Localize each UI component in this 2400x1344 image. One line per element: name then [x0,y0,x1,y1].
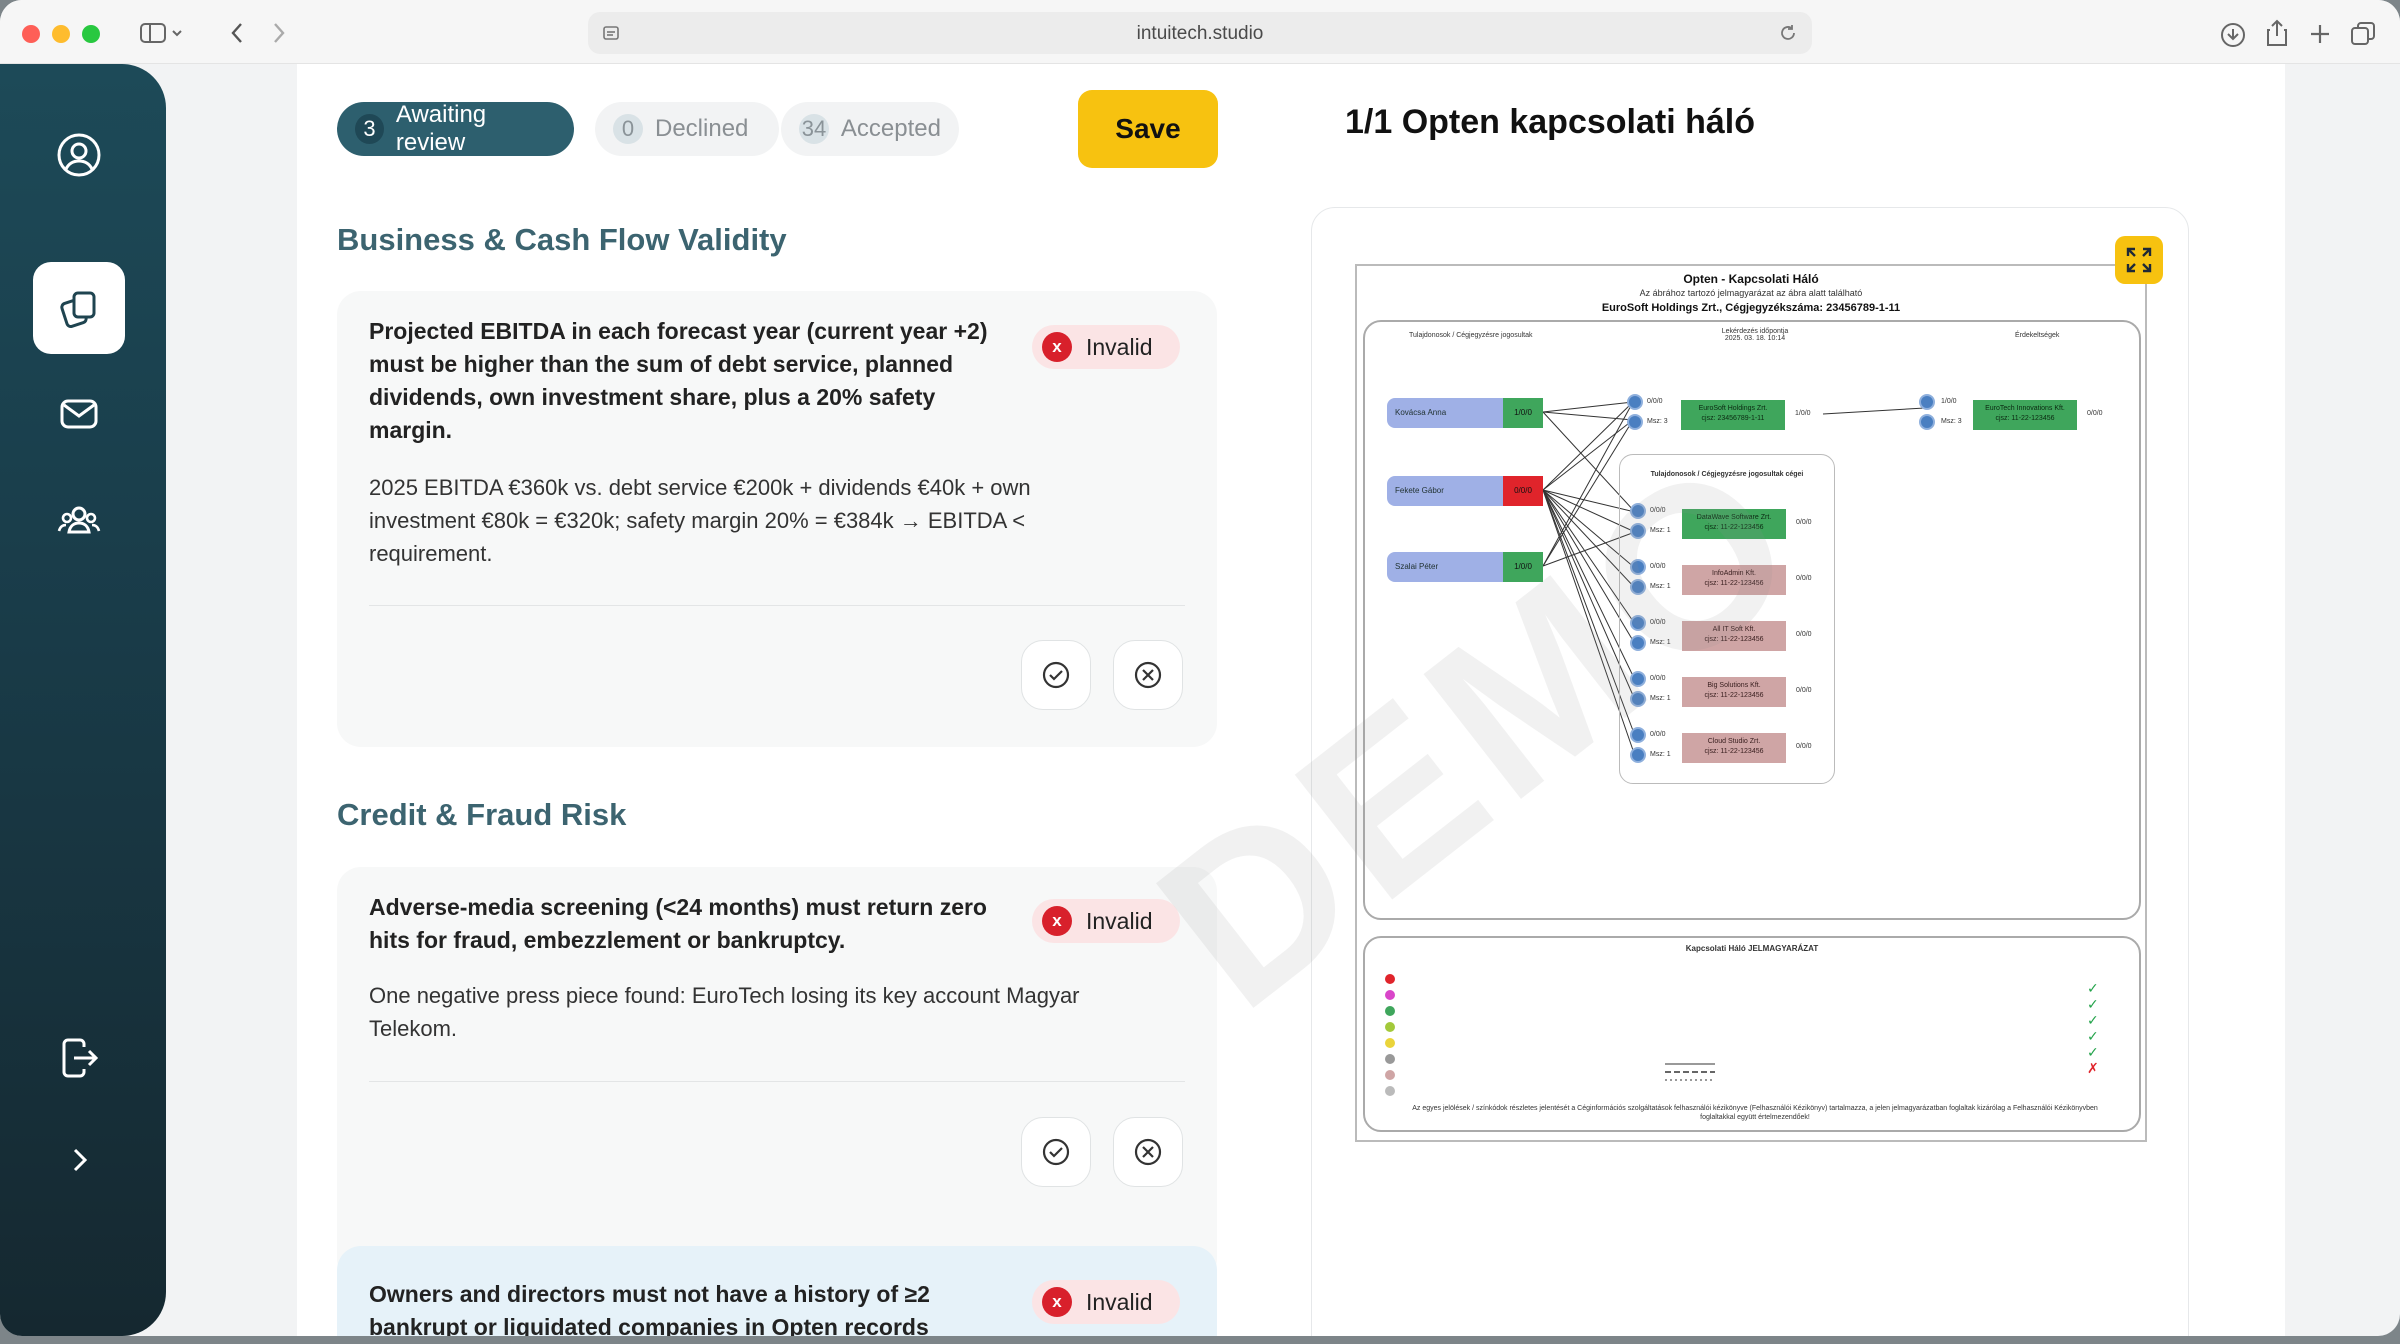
logout-icon [62,1038,99,1078]
status-label: Invalid [1086,907,1153,934]
right-company: EuroTech Innovations Kft. cjsz: 11-22-12… [1973,400,2077,430]
tab-label: Accepted [840,115,941,142]
tab-label: Awaiting review [395,101,487,156]
doc-heading: Opten - Kapcsolati Háló [1683,272,1819,286]
address-bar[interactable]: intuitech.studio [588,12,1812,54]
invalid-icon: x [1042,906,1072,936]
tab-accepted[interactable]: 34 Accepted [781,102,959,156]
divider [369,605,1185,606]
sub-company: Cloud Studio Zrt. cjsz: 11-22-123456 [1682,733,1786,763]
tab-overview-icon[interactable] [2350,21,2376,47]
center-stat: 1/0/0 [1795,410,1811,417]
forward-icon[interactable] [264,18,294,48]
doc-subheading: Az ábrához tartozó jelmagyarázat az ábra… [1639,288,1863,298]
right-stat: 0/0/0 [2087,410,2103,417]
close-window-button[interactable] [22,25,40,43]
users-icon [57,506,101,534]
person-node: Fekete Gábor 0/0/0 [1387,476,1543,506]
download-icon[interactable] [2220,22,2246,48]
status-badge: x Invalid [1032,325,1180,369]
role-dot [1627,414,1643,430]
rule-detail: One negative press piece found: EuroTech… [369,983,1080,1041]
back-icon[interactable] [222,18,252,48]
chevron-right-icon [73,1148,88,1172]
new-tab-icon[interactable] [2308,22,2332,46]
sidebar-item-messages[interactable] [33,368,125,460]
doc-company-line: EuroSoft Holdings Zrt., Cégjegyzékszáma:… [1601,302,1901,314]
tab-count: 34 [799,114,829,144]
sidebar-item-users[interactable] [33,474,125,566]
accept-button[interactable] [1021,1117,1091,1187]
sidebar-item-documents[interactable] [33,262,125,354]
share-icon[interactable] [2264,19,2290,47]
rule-card: Adverse-media screening (<24 months) mus… [337,867,1217,1283]
person-name: Szalai Péter [1395,562,1439,571]
x-circle-icon [1134,661,1162,689]
person-stat: 0/0/0 [1503,476,1543,506]
legend-footer: Az egyes jelölések / színkódok részletes… [1412,1105,2098,1121]
role-dot [1919,414,1935,430]
status-badge: x Invalid [1032,1280,1180,1324]
rule-title: Projected EBITDA in each forecast year (… [369,318,988,443]
rule-title: Adverse-media screening (<24 months) mus… [369,894,987,953]
section-title: Business & Cash Flow Validity [337,222,787,257]
legend-title: Kapcsolati Háló JELMAGYARÁZAT [1685,944,1819,953]
status-label: Invalid [1086,333,1153,360]
viewer-title: 1/1 Opten kapcsolati háló [1344,103,1755,141]
decline-button[interactable] [1113,1117,1183,1187]
save-button[interactable]: Save [1078,90,1218,168]
status-label: Invalid [1086,1288,1153,1315]
x-circle-icon [1134,1138,1162,1166]
mail-icon [60,399,98,429]
zoom-window-button[interactable] [82,25,100,43]
fullscreen-button[interactable] [2115,236,2163,284]
check-circle-icon [1042,1138,1070,1166]
decline-button[interactable] [1113,640,1183,710]
sidebar-item-logout[interactable] [33,1012,125,1104]
expand-icon [2126,247,2152,273]
url-text: intuitech.studio [1136,23,1264,44]
tab-awaiting-review[interactable]: 3 Awaiting review [337,101,574,156]
divider [369,1081,1185,1082]
rule-detail: 2025 EBITDA €360k vs. debt service €200k… [369,475,1031,566]
browser-titlebar: intuitech.studio [0,0,2400,64]
invalid-icon: x [1042,1287,1072,1317]
tab-declined[interactable]: 0 Declined [595,102,779,156]
rule-card: Owners and directors must not have a his… [337,1246,1217,1336]
role-dot [1627,394,1643,410]
rule-title: Owners and directors must not have a his… [369,1281,930,1336]
role-dot [1919,394,1935,410]
check-circle-icon [1042,661,1070,689]
person-name: Kovácsa Anna [1395,408,1447,417]
app-sidebar [0,64,166,1336]
legend-panel: Kapcsolati Háló JELMAGYARÁZAT ✓ ✓ ✓ ✓ ✓ … [1363,936,2141,1132]
invalid-icon: x [1042,332,1072,362]
user-circle-icon [57,133,101,177]
tab-count: 0 [613,114,643,144]
reload-icon[interactable] [1778,23,1798,43]
person-stat: 1/0/0 [1503,398,1543,428]
sidebar-item-profile[interactable] [33,109,125,201]
section-title: Credit & Fraud Risk [337,797,627,832]
tab-label: Declined [655,115,749,142]
accept-button[interactable] [1021,640,1091,710]
rule-card: Projected EBITDA in each forecast year (… [337,291,1217,747]
documents-icon [60,291,96,328]
minimize-window-button[interactable] [52,25,70,43]
browser-window: intuitech.studio 3 Awaiting review 0 Dec… [0,0,2400,1336]
tab-count: 3 [355,114,384,144]
person-name: Fekete Gábor [1395,486,1444,495]
sidebar-toggle-icon[interactable] [136,18,188,48]
sidebar-expand-button[interactable] [33,1114,125,1206]
person-node: Kovácsa Anna 1/0/0 [1387,398,1543,428]
